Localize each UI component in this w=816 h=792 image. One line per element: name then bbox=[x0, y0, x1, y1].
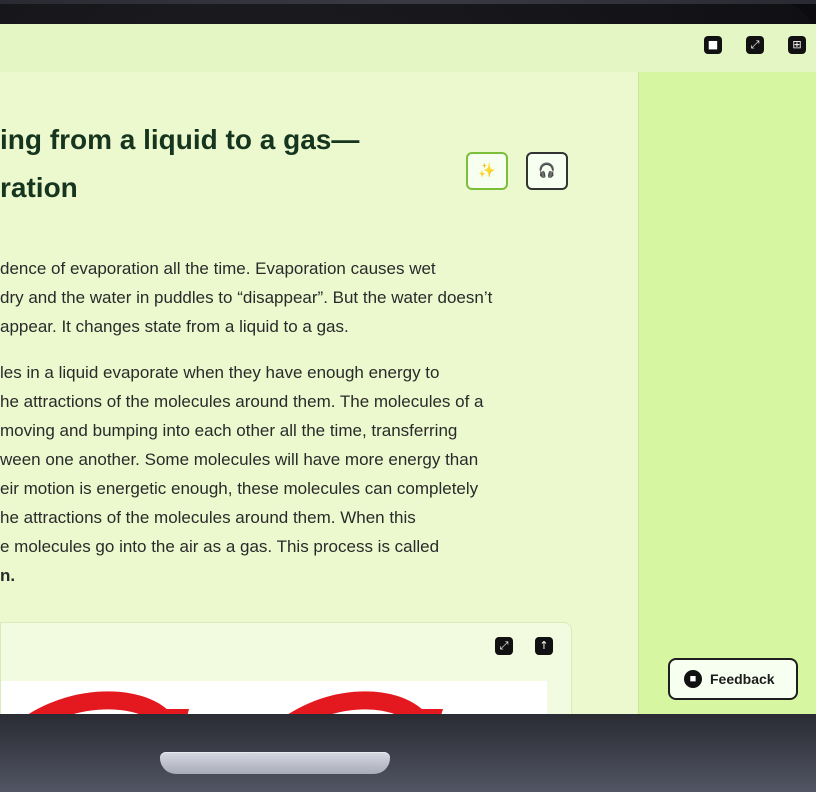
media-card: ⤢ ↑ bbox=[0, 622, 572, 714]
paragraph-2: les in a liquid evaporate when they have… bbox=[0, 358, 600, 590]
upload-icon[interactable]: ↑ bbox=[535, 637, 553, 655]
laptop-hinge bbox=[160, 752, 390, 774]
p2-line: e molecules go into the air as a gas. Th… bbox=[0, 537, 440, 556]
laptop-base bbox=[0, 714, 816, 792]
right-panel bbox=[638, 72, 816, 714]
apps-icon[interactable]: ⊞ bbox=[788, 36, 806, 54]
feedback-button[interactable]: ■ Feedback bbox=[668, 658, 798, 700]
p2-line: eir motion is energetic enough, these mo… bbox=[0, 479, 479, 498]
top-toolbar: ■ ⤢ ⊞ bbox=[0, 24, 816, 73]
p2-line: moving and bumping into each other all t… bbox=[0, 421, 458, 440]
paragraph-1: dence of evaporation all the time. Evapo… bbox=[0, 254, 600, 341]
comment-icon[interactable]: ■ bbox=[704, 36, 722, 54]
title-line-1: ing from a liquid to a gas— bbox=[0, 124, 360, 155]
headphones-icon: 🎧 bbox=[538, 163, 556, 179]
p2-line: les in a liquid evaporate when they have… bbox=[0, 363, 440, 382]
laptop-bezel: ■ ⤢ ⊞ ing from a liquid to a gas— ration… bbox=[0, 0, 816, 728]
magic-wand-button[interactable]: ✨ bbox=[466, 152, 508, 190]
diagram-image bbox=[1, 681, 547, 714]
p2-line: ween one another. Some molecules will ha… bbox=[0, 450, 479, 469]
p1-line: dry and the water in puddles to “disappe… bbox=[0, 288, 493, 307]
p2-line: n. bbox=[0, 566, 16, 585]
card-header-icons: ⤢ ↑ bbox=[495, 637, 553, 655]
lesson-title: ing from a liquid to a gas— ration bbox=[0, 116, 430, 212]
p2-line: he attractions of the molecules around t… bbox=[0, 392, 484, 411]
headphones-button[interactable]: 🎧 bbox=[526, 152, 568, 190]
feedback-label: Feedback bbox=[710, 671, 775, 687]
comment-icon: ■ bbox=[684, 670, 702, 688]
p2-line: he attractions of the molecules around t… bbox=[0, 508, 416, 527]
app-screen: ■ ⤢ ⊞ ing from a liquid to a gas— ration… bbox=[0, 24, 816, 714]
red-arrows-illustration bbox=[28, 691, 443, 714]
p1-line: dence of evaporation all the time. Evapo… bbox=[0, 259, 436, 278]
expand-icon[interactable]: ⤢ bbox=[746, 36, 764, 54]
title-line-2: ration bbox=[0, 172, 78, 203]
lesson-content: ing from a liquid to a gas— ration ✨ 🎧 d… bbox=[0, 72, 638, 714]
fullscreen-icon[interactable]: ⤢ bbox=[495, 637, 513, 655]
magic-wand-icon: ✨ bbox=[478, 163, 496, 179]
p1-line: appear. It changes state from a liquid t… bbox=[0, 317, 349, 336]
